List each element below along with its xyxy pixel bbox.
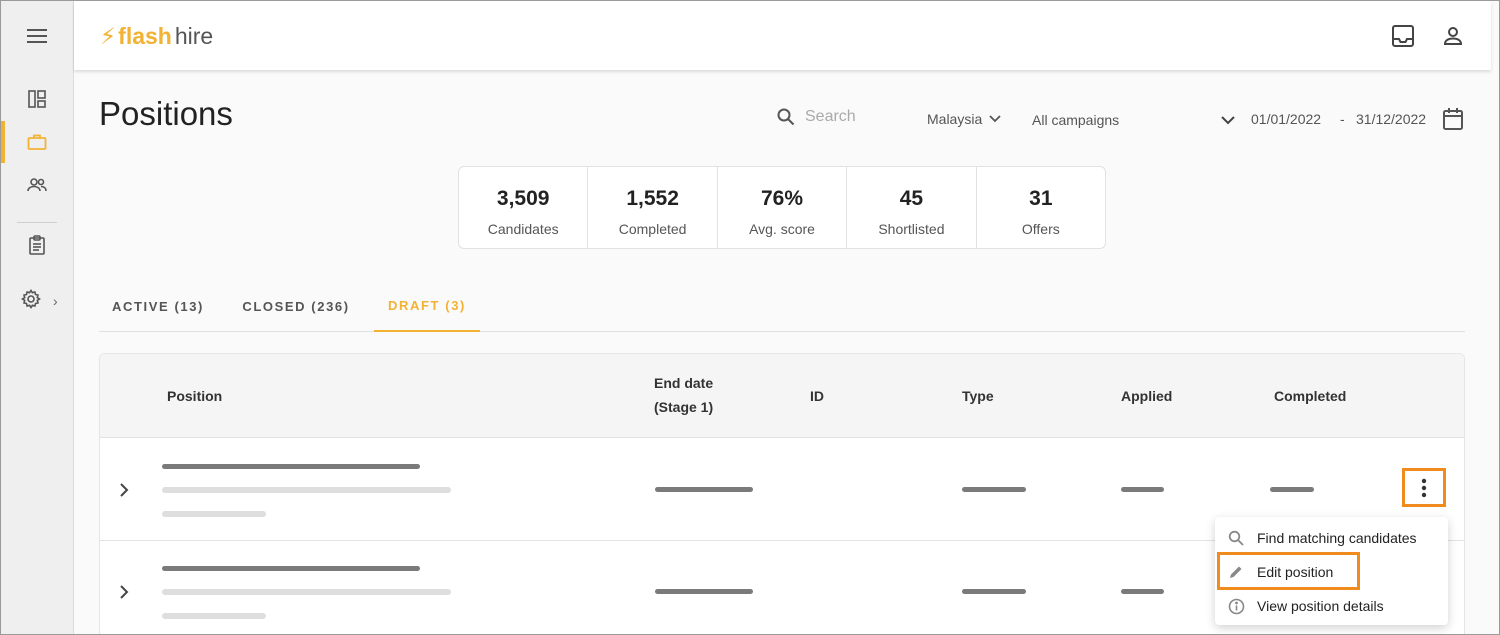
campaign-select[interactable]: All campaigns [1032,112,1119,128]
stat-value: 76% [761,187,804,210]
top-bar: ⚡ flash hire [74,1,1491,70]
column-header-position[interactable]: Position [167,384,222,408]
column-header-completed[interactable]: Completed [1274,384,1346,408]
placeholder-type [962,589,1026,594]
placeholder-subtitle [162,589,451,595]
more-vertical-icon [1421,478,1427,497]
column-header-end-date[interactable]: End date (Stage 1) [654,371,713,419]
gear-icon[interactable] [1,281,61,317]
stat-label: Offers [1021,221,1060,237]
tab-active[interactable]: ACTIVE (13) [99,281,217,332]
date-from[interactable]: 01/01/2022 [1251,111,1321,127]
bolt-icon: ⚡ [100,23,117,49]
date-separator: - [1340,111,1345,127]
page-title: Positions [99,95,233,132]
logo-flash: flash [118,23,172,49]
stat-shortlisted: 45 Shortlisted [847,167,977,248]
stat-label: Candidates [487,221,559,237]
position-tabs: ACTIVE (13) CLOSED (236) DRAFT (3) [99,281,1465,332]
people-icon[interactable] [1,167,73,203]
table-header: Position End date (Stage 1) ID Type Appl… [100,354,1464,438]
stat-value: 1,552 [626,187,679,210]
stat-label: Avg. score [749,221,815,237]
menu-item-view-position-details[interactable]: View position details [1215,591,1448,621]
chevron-right-icon[interactable] [118,482,130,498]
campaign-select-value: All campaigns [1032,112,1120,128]
placeholder-applied [1121,487,1164,492]
chevron-right-icon[interactable] [118,584,130,600]
stat-label: Shortlisted [878,221,945,237]
search-icon [1215,530,1257,546]
briefcase-icon[interactable] [1,121,73,163]
placeholder-subtitle [162,487,451,493]
logo-hire: hire [174,23,214,49]
sidebar-divider [17,222,57,223]
chevron-right-icon[interactable]: › [53,293,58,309]
menu-icon[interactable] [1,18,73,54]
column-header-id[interactable]: ID [810,384,824,408]
chevron-down-icon[interactable] [1220,115,1236,125]
logo[interactable]: ⚡ flash hire [100,23,213,50]
menu-item-find-matching-candidates[interactable]: Find matching candidates [1215,523,1448,553]
user-icon[interactable] [1440,23,1466,49]
stat-avg-score: 76% Avg. score [718,167,848,248]
edit-position-highlight [1217,552,1360,590]
menu-item-label: Find matching candidates [1257,530,1417,546]
stat-completed: 1,552 Completed [588,167,718,248]
dashboard-icon[interactable] [1,81,73,117]
placeholder-completed [1270,487,1314,492]
menu-item-label: View position details [1257,598,1384,614]
stat-candidates: 3,509 Candidates [459,167,589,248]
tab-draft[interactable]: DRAFT (3) [374,281,480,332]
app-window: › ⚡ flash hire Positions Malaysia All ca… [0,0,1500,635]
stat-value: 45 [899,187,924,210]
column-header-type[interactable]: Type [962,384,994,408]
placeholder-title [162,464,420,469]
inbox-icon[interactable] [1390,23,1416,49]
stats-summary: 3,509 Candidates 1,552 Completed 76% Avg… [458,166,1106,249]
country-select-value: Malaysia [927,111,983,127]
date-to[interactable]: 31/12/2022 [1356,111,1426,127]
calendar-icon[interactable] [1442,107,1464,131]
placeholder-applied [1121,589,1164,594]
placeholder-meta [162,613,266,619]
search-box[interactable] [777,108,915,126]
placeholder-title [162,566,420,571]
placeholder-end-date [655,589,753,594]
search-input[interactable] [805,108,915,126]
clipboard-icon[interactable] [1,227,73,263]
column-header-applied[interactable]: Applied [1121,384,1172,408]
column-header-end-date-line1: End date [654,375,714,391]
stat-offers: 31 Offers [977,167,1105,248]
more-options-button[interactable] [1402,468,1446,507]
country-select[interactable]: Malaysia [927,111,1002,127]
sidebar: › [1,1,74,634]
info-icon [1215,598,1257,615]
stat-value: 31 [1029,187,1053,210]
column-header-end-date-line2: (Stage 1) [654,399,714,415]
placeholder-meta [162,511,266,517]
chevron-down-icon [989,115,1001,123]
tab-closed[interactable]: CLOSED (236) [231,281,361,332]
placeholder-end-date [655,487,753,492]
placeholder-type [962,487,1026,492]
stat-value: 3,509 [496,187,550,210]
search-icon [777,108,795,126]
stat-label: Completed [618,221,687,237]
